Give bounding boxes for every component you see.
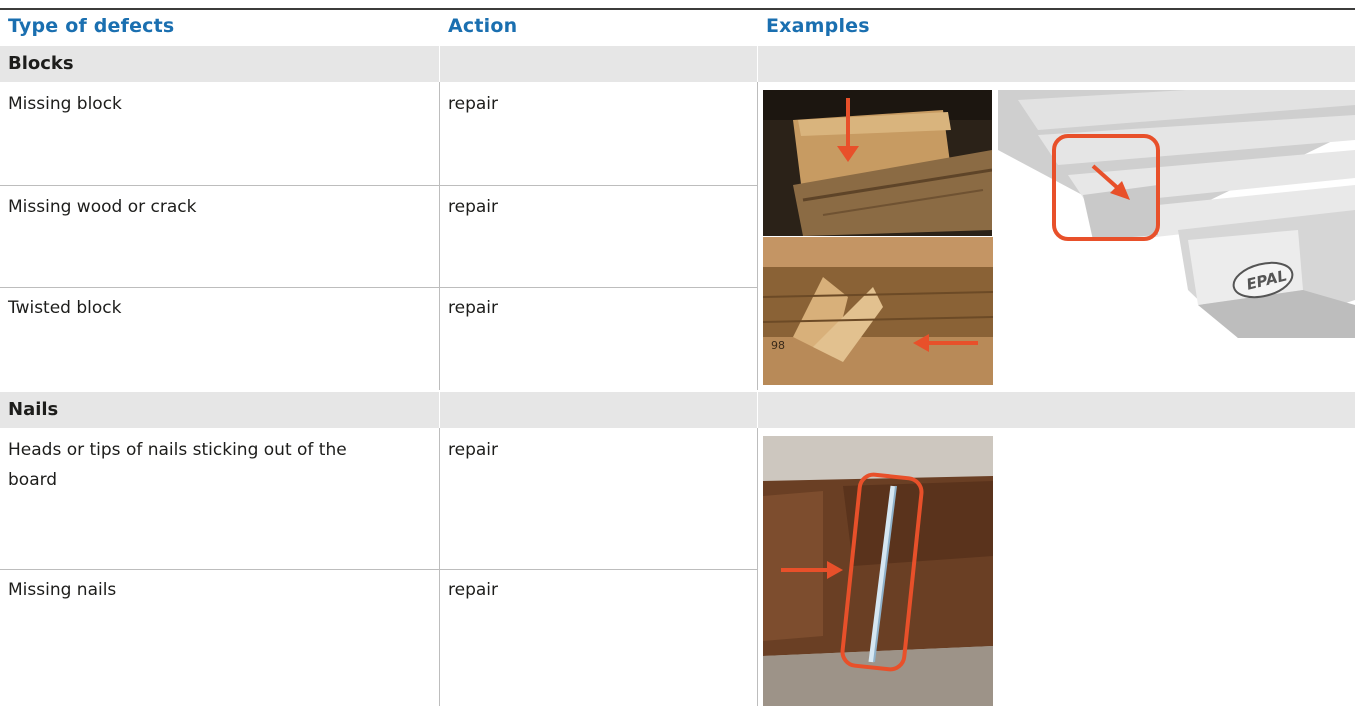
crack-stamp-text: 98: [771, 339, 785, 352]
pallet-photo: EPAL: [998, 90, 1355, 338]
action-missing-wood: repair: [448, 197, 498, 217]
missing-block-photo: [763, 90, 992, 236]
column-divider: [757, 428, 758, 706]
section-title-nails: Nails: [8, 399, 59, 420]
section-title-blocks: Blocks: [8, 53, 74, 74]
column-divider: [439, 82, 440, 390]
column-divider: [757, 82, 758, 390]
band-divider: [439, 392, 440, 428]
defect-missing-block: Missing block: [8, 94, 122, 114]
defect-missing-nails: Missing nails: [8, 580, 117, 600]
crack-photo: 98: [763, 237, 993, 385]
nail-photo: [763, 436, 993, 706]
header-type-of-defects: Type of defects: [8, 15, 175, 37]
section-band-nails: Nails: [0, 392, 1355, 428]
action-twisted-block: repair: [448, 298, 498, 318]
band-divider: [757, 392, 758, 428]
action-nail-heads: repair: [448, 440, 498, 460]
top-rule: [0, 8, 1355, 10]
row-divider: [0, 185, 757, 186]
action-missing-block: repair: [448, 94, 498, 114]
column-divider: [439, 428, 440, 706]
band-divider: [439, 46, 440, 82]
defect-nail-heads: Heads or tips of nails sticking out of t…: [8, 440, 347, 490]
row-divider: [0, 287, 757, 288]
header-examples: Examples: [766, 15, 870, 37]
section-band-blocks: Blocks: [0, 46, 1355, 82]
header-action: Action: [448, 15, 518, 37]
row-divider: [0, 569, 757, 570]
defect-twisted-block: Twisted block: [8, 298, 122, 318]
band-divider: [757, 46, 758, 82]
action-missing-nails: repair: [448, 580, 498, 600]
defect-missing-wood: Missing wood or crack: [8, 197, 197, 217]
